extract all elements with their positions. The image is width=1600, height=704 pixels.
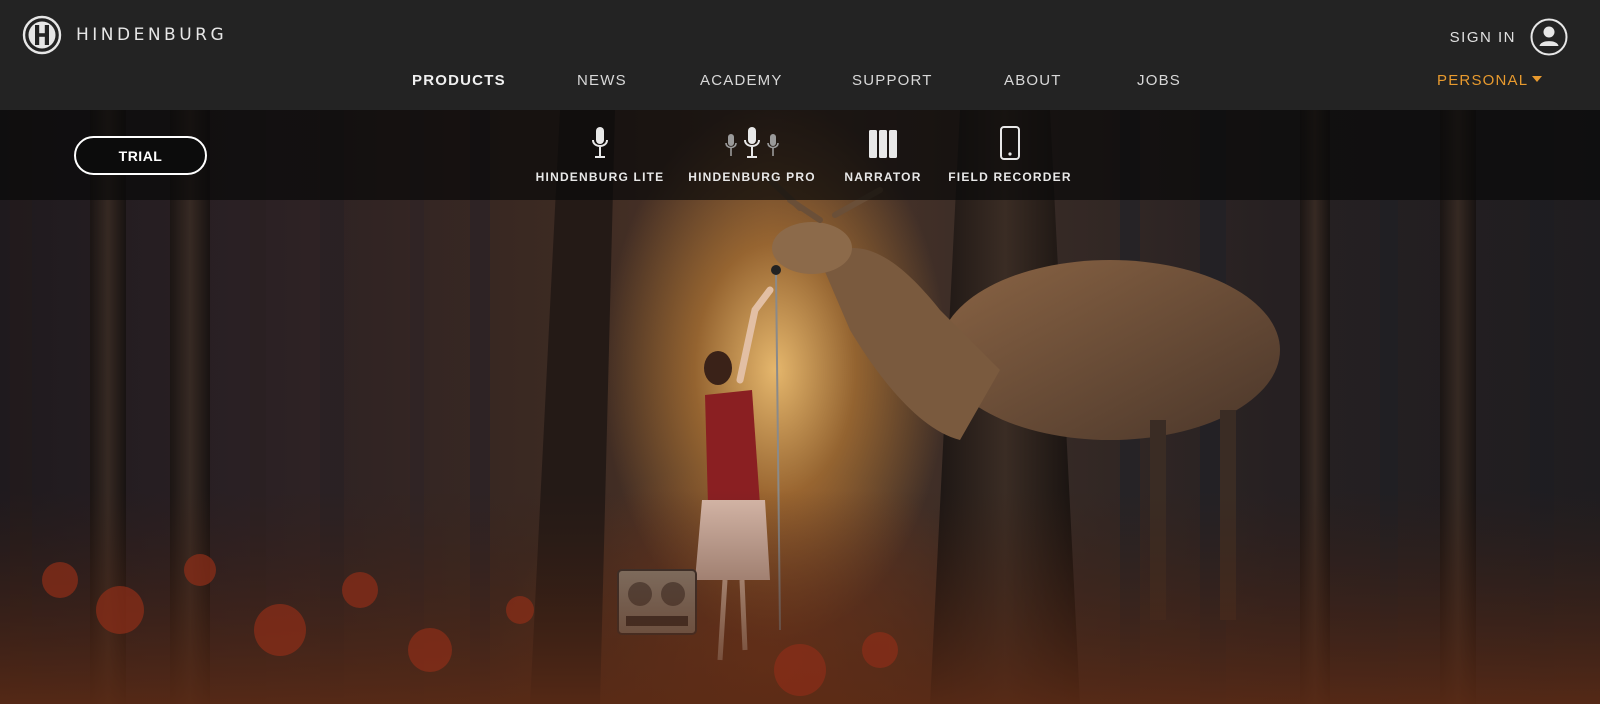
nav-jobs[interactable]: JOBS [1137,72,1181,89]
segment-dropdown[interactable]: PERSONAL [1437,72,1543,89]
microphone-icon [591,124,609,160]
nav-products[interactable]: PRODUCTS [412,72,506,89]
caret-down-icon [1532,75,1543,82]
nav-about[interactable]: ABOUT [1004,72,1062,89]
smartphone-icon [999,124,1021,160]
product-narrator[interactable]: NARRATOR [843,124,923,184]
sign-in-label: SIGN IN [1449,28,1516,46]
brand-logo[interactable]: HINDENBURG [22,15,227,55]
books-icon [868,124,898,160]
product-label: HINDENBURG LITE [535,170,665,184]
three-microphones-icon [724,124,780,160]
product-hindenburg-lite[interactable]: HINDENBURG LITE [536,124,663,184]
nav-academy[interactable]: ACADEMY [700,72,783,89]
product-bar: TRIAL HINDENBURG LITE HINDENBURG PRO NAR… [0,110,1600,200]
product-label: HINDENBURG PRO [688,170,816,184]
site-header: HINDENBURG SIGN IN PRODUCTS NEWS ACADEMY… [0,0,1600,110]
user-icon [1530,18,1568,56]
trial-button[interactable]: TRIAL [74,136,207,175]
main-navigation: PRODUCTS NEWS ACADEMY SUPPORT ABOUT JOBS… [0,72,1600,96]
hindenburg-logo-icon [22,15,62,55]
product-label: FIELD RECORDER [948,170,1072,184]
sign-in-link[interactable]: SIGN IN [1450,18,1568,56]
nav-news[interactable]: NEWS [577,72,627,89]
product-field-recorder[interactable]: FIELD RECORDER [948,124,1071,184]
nav-support[interactable]: SUPPORT [852,72,933,89]
product-hindenburg-pro[interactable]: HINDENBURG PRO [688,124,815,184]
product-label: NARRATOR [844,170,922,184]
segment-label: PERSONAL [1437,72,1529,89]
brand-name: HINDENBURG [76,25,228,45]
